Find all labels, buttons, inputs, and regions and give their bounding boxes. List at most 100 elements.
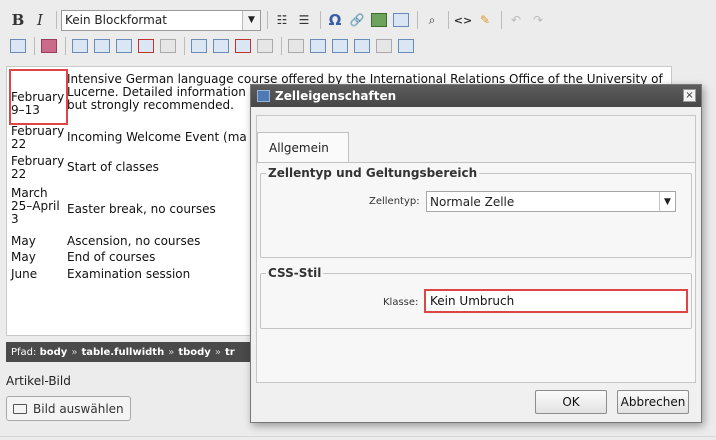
path-label: Pfad: [11,346,37,358]
cell-insert-after-icon[interactable] [330,36,350,56]
celltype-select[interactable]: Normale Zelle ▼ [426,191,676,212]
tab-panel: Zellentyp und Geltungsbereich Zellentyp:… [257,162,695,382]
toolbar-separator [501,11,502,29]
row-delete-icon[interactable] [136,36,156,56]
toolbar-separator [56,11,57,29]
table-icon[interactable] [391,10,411,30]
bold-button[interactable]: B [8,10,28,30]
table-row: May End of courses [7,251,155,264]
chevron-down-icon[interactable]: ▼ [242,10,260,30]
row-properties-icon[interactable] [70,36,90,56]
toolbar-separator [448,11,449,29]
image-icon[interactable] [369,10,389,30]
table-row: March 25–April 3 Easter break, no course… [7,187,216,226]
table-insert-icon[interactable] [8,36,28,56]
row-text-continued: but strongly recommended. [67,98,234,112]
path-item[interactable]: tbody [178,347,211,358]
unordered-list-icon[interactable]: ☰ [294,10,314,30]
toolbar-separator [34,37,35,55]
path-separator: » [71,346,78,358]
row-insert-before-icon[interactable] [92,36,112,56]
row-insert-after-icon[interactable] [114,36,134,56]
select-image-button[interactable]: Bild auswählen [6,396,131,421]
cell-merge-icon[interactable] [374,36,394,56]
text-cell: End of courses [67,250,156,264]
chevron-down-icon[interactable]: ▼ [659,192,675,211]
toolbar-separator [65,37,66,55]
divider [0,436,716,437]
toolbar-separator [184,37,185,55]
css-style-group: CSS-Stil Klasse: Kein Umbruch [260,266,692,329]
col-delete-icon[interactable] [233,36,253,56]
table-icon [257,90,270,102]
element-path-bar: Pfad: body » table.fullwidth » tbody » t… [6,342,252,362]
cell-properties-dialog: Zelleigenschaften × Allgemein Zellentyp … [250,84,702,423]
group-legend: Zellentyp und Geltungsbereich [268,166,478,180]
date-cell: June [11,267,38,281]
italic-button[interactable]: I [30,10,50,30]
row-split-icon[interactable] [158,36,178,56]
cell-properties-icon[interactable] [286,36,306,56]
group-legend: CSS-Stil [268,266,322,280]
cell-insert-before-icon[interactable] [308,36,328,56]
clean-icon[interactable]: ✎ [475,10,495,30]
ok-button[interactable]: OK [535,390,607,414]
date-cell: March 25–April 3 [11,186,60,226]
path-item[interactable]: table.fullwidth [81,347,164,358]
text-cell: Incoming Welcome Event (ma [67,130,247,144]
date-cell: February 22 [11,154,65,181]
table-row: May Ascension, no courses [7,235,200,248]
cancel-button[interactable]: Abbrechen [617,390,689,414]
source-code-icon[interactable]: <> [453,10,473,30]
toolbar-separator [281,37,282,55]
toolbar-row-2 [0,33,716,59]
celltype-value: Normale Zelle [430,194,515,209]
col-split-icon[interactable] [255,36,275,56]
toolbar-separator [267,11,268,29]
path-item[interactable]: tr [225,347,235,358]
celltype-scope-group: Zellentyp und Geltungsbereich Zellentyp:… [260,166,692,258]
redo-icon[interactable]: ↷ [528,10,548,30]
editor-page: B I Kein Blockformat ▼ ☷ ☰ Ω 🔗 ⌕ <> ✎ ↶ … [0,0,716,440]
date-cell: February 9–13 [11,90,65,117]
path-item[interactable]: body [40,347,68,358]
select-image-label: Bild auswählen [33,401,124,416]
class-input[interactable]: Kein Umbruch [424,289,688,313]
celltype-label: Zellentyp: [369,196,420,207]
undo-icon[interactable]: ↶ [506,10,526,30]
toolbar-separator [417,11,418,29]
col-insert-after-icon[interactable] [211,36,231,56]
dialog-title: Zelleigenschaften [275,89,397,103]
tab-general-label: Allgemein [269,141,329,155]
table-row: June Examination session [7,268,190,281]
special-char-icon[interactable]: Ω [325,10,345,30]
ordered-list-icon[interactable]: ☷ [272,10,292,30]
date-cell: May [11,250,36,264]
text-cell: Start of classes [67,160,159,174]
text-cell: Easter break, no courses [67,202,216,216]
toolbar-separator [320,11,321,29]
cell-delete-icon[interactable] [352,36,372,56]
class-label: Klasse: [383,297,419,308]
text-cell: Examination session [67,267,191,281]
class-value: Kein Umbruch [430,294,515,308]
link-icon[interactable]: 🔗 [347,10,367,30]
date-cell: February 22 [11,124,65,151]
block-format-select[interactable]: Kein Blockformat ▼ [61,9,261,31]
path-separator: » [214,346,221,358]
col-insert-before-icon[interactable] [189,36,209,56]
table-properties-icon[interactable] [39,36,59,56]
article-image-label: Artikel-Bild [6,374,71,388]
find-icon[interactable]: ⌕ [422,10,442,30]
table-row: February 22 Start of classes [7,155,159,181]
table-row: February 22 Incoming Welcome Event (ma [7,125,247,151]
toolbar-row-1: B I Kein Blockformat ▼ ☷ ☰ Ω 🔗 ⌕ <> ✎ ↶ … [0,7,716,33]
dialog-titlebar[interactable]: Zelleigenschaften [251,85,701,107]
block-format-value: Kein Blockformat [65,13,167,27]
close-button[interactable]: × [683,89,696,102]
text-cell: Ascension, no courses [67,234,201,248]
cell-split-icon[interactable] [396,36,416,56]
tab-general[interactable]: Allgemein [257,132,349,163]
folder-icon [13,403,27,414]
dialog-body: Allgemein Zellentyp und Geltungsbereich … [256,115,696,383]
